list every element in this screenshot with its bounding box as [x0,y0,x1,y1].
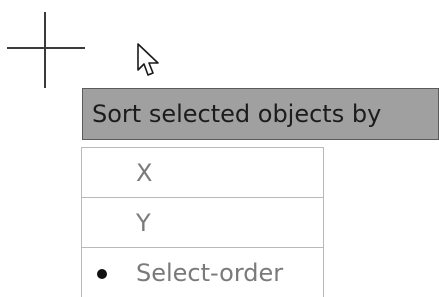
sort-option-label: Select-order [136,259,284,287]
sort-option-y[interactable]: Y [82,198,323,248]
crosshair-icon [7,12,85,88]
sort-option-select-order[interactable]: Select-order [82,248,323,297]
sort-options-list: X Y Select-order [81,147,324,297]
sort-option-x[interactable]: X [82,148,323,198]
drawing-canvas[interactable]: Sort selected objects by X Y Select-orde… [0,0,439,297]
sort-option-label: Y [136,209,151,237]
arrow-pointer-icon [137,43,159,76]
sort-prompt-label: Sort selected objects by [82,88,439,140]
selected-bullet-icon [97,269,107,279]
sort-option-label: X [136,159,153,187]
